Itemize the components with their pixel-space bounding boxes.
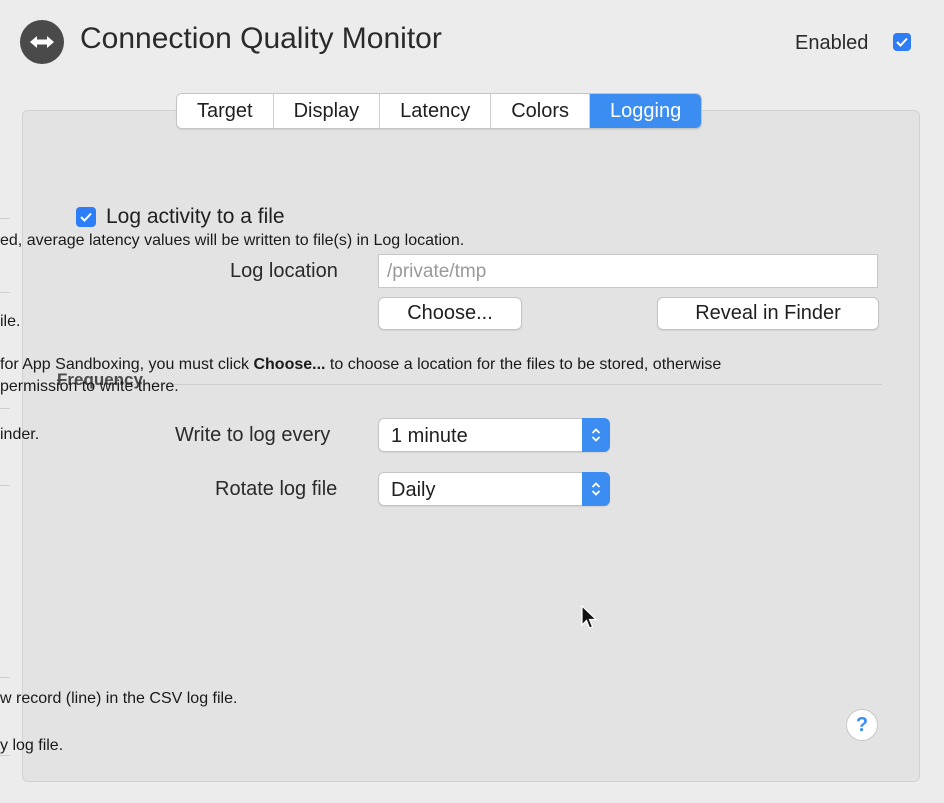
app-icon (20, 20, 64, 64)
tab-display[interactable]: Display (273, 94, 381, 128)
divider (0, 408, 10, 409)
checkmark-icon (80, 212, 92, 222)
divider (0, 218, 10, 219)
write-interval-value: 1 minute (391, 425, 468, 447)
log-location-field[interactable]: /private/tmp (378, 254, 878, 288)
section-divider (55, 384, 882, 385)
updown-chevron-icon (582, 472, 610, 506)
log-activity-checkbox[interactable] (76, 207, 96, 227)
rotate-log-select[interactable]: Daily (378, 472, 610, 506)
doc-text-fragment: y log file. (0, 737, 64, 754)
doc-text-fragment: ile. (0, 313, 21, 330)
divider (0, 292, 10, 293)
checkmark-icon (896, 37, 908, 47)
choose-button[interactable]: Choose... (378, 297, 522, 330)
doc-text-fragment: permission to write there. (0, 378, 179, 395)
log-location-label: Log location (230, 260, 338, 282)
write-interval-select[interactable]: 1 minute (378, 418, 610, 452)
divider (0, 677, 10, 678)
tab-bar: Target Display Latency Colors Logging (176, 93, 703, 129)
arrows-icon (30, 36, 54, 48)
tab-colors[interactable]: Colors (491, 94, 591, 128)
doc-text-fragment: ed, average latency values will be writt… (0, 232, 465, 249)
rotate-log-value: Daily (391, 479, 436, 501)
doc-text-fragment: w record (line) in the CSV log file. (0, 690, 238, 707)
log-activity-label[interactable]: Log activity to a file (106, 205, 285, 229)
write-interval-label: Write to log every (175, 424, 331, 446)
mouse-pointer-icon (580, 604, 598, 636)
tab-latency[interactable]: Latency (380, 94, 492, 128)
doc-text-fragment: inder. (0, 426, 40, 443)
app-title: Connection Quality Monitor (80, 22, 442, 55)
rotate-log-label: Rotate log file (215, 478, 338, 500)
tab-target[interactable]: Target (177, 94, 274, 128)
divider (0, 755, 10, 756)
enabled-checkbox[interactable] (893, 33, 911, 51)
updown-chevron-icon (582, 418, 610, 452)
tab-logging[interactable]: Logging (590, 94, 702, 128)
divider (0, 485, 10, 486)
reveal-in-finder-button[interactable]: Reveal in Finder (657, 297, 879, 330)
enabled-label: Enabled (795, 32, 869, 54)
help-button[interactable]: ? (846, 709, 878, 741)
